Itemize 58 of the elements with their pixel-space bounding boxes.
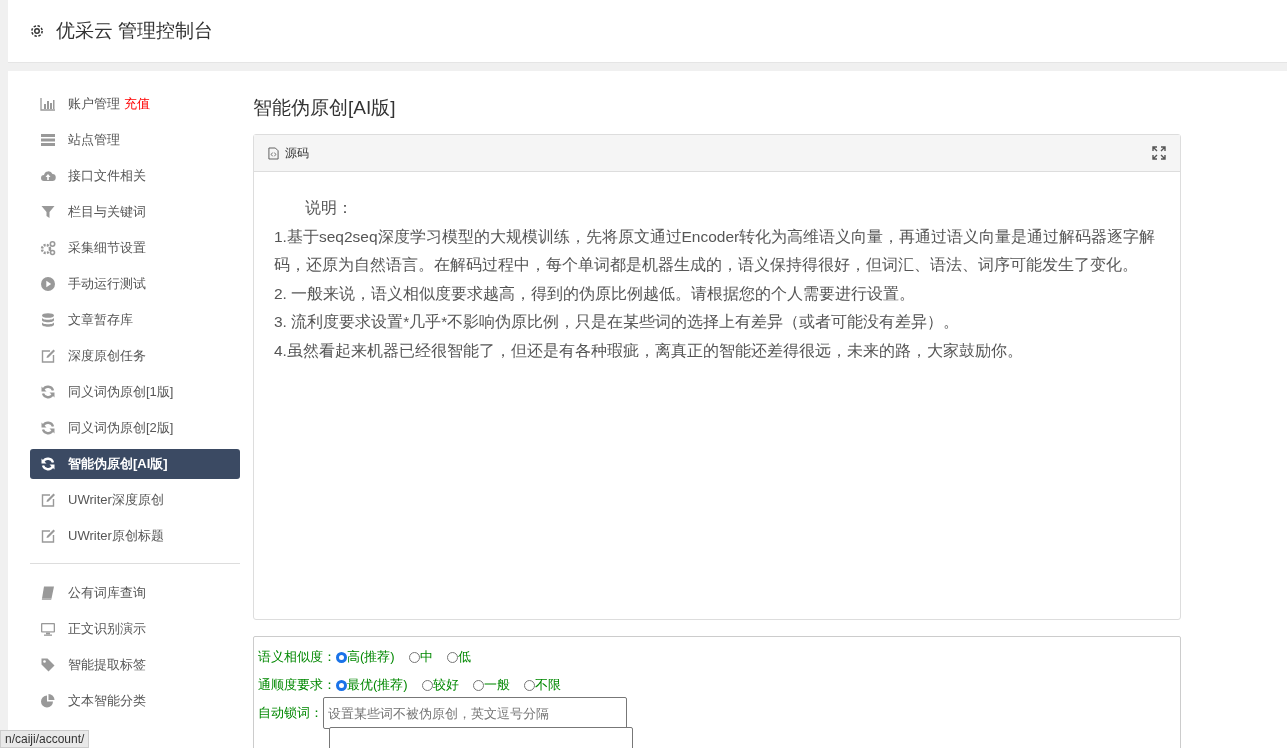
sidebar-item[interactable]: 手动运行测试: [30, 269, 240, 299]
sidebar-item[interactable]: 站点管理: [30, 125, 240, 155]
radio-option[interactable]: 中: [408, 648, 433, 666]
instruction-text: 3. 流利度要求设置*几乎*不影响伪原比例，只是在某些词的选择上有差异（或者可能没有差异）。: [274, 312, 961, 332]
recharge-link[interactable]: 充值: [124, 95, 150, 113]
instruction-text: 4.虽然看起来机器已经很智能了，但还是有各种瑕疵，离真正的智能还差得很远，未来的路，大家鼓励你。: [274, 340, 1024, 361]
server-icon: [40, 132, 56, 148]
instruction-text: 1.基于seq2seq深度学习模型的大规模训练，先将原文通过Encoder转化为高维语义向量，再通过语义向量是通过解码器逐字解码，还原为自然语言。在解码过程中，每个单词都是机器生成的，语义保持得很好，但词汇、语法、词序可能发生了变化。: [274, 226, 1157, 275]
refresh-icon: [40, 420, 56, 436]
sidebar-item[interactable]: 公有词库查询: [30, 578, 240, 608]
sidebar-item[interactable]: 文章暂存库: [30, 305, 240, 335]
refresh-icon: [40, 456, 56, 472]
sidebar-item[interactable]: 同义词伪原创[1版]: [30, 377, 240, 407]
sidebar-item[interactable]: 同义词伪原创[2版]: [30, 413, 240, 443]
cloud-upload-icon: [40, 168, 56, 184]
status-url: n/caiji/account/: [0, 730, 90, 748]
sidebar-item[interactable]: 深度原创任务: [30, 341, 240, 371]
refresh-icon: [40, 384, 56, 400]
code-file-icon: [268, 146, 279, 160]
sidebar-item[interactable]: 智能提取标签: [30, 650, 240, 680]
fullscreen-icon[interactable]: [1152, 146, 1166, 160]
radio-option[interactable]: 不限: [523, 676, 561, 694]
radio-option[interactable]: 较好: [421, 676, 459, 694]
database-icon: [40, 312, 56, 328]
field-label: 通顺度要求：: [258, 676, 336, 694]
edit-icon: [40, 492, 56, 508]
radio-option[interactable]: 高(推荐): [336, 648, 395, 666]
sidebar-item[interactable]: 智能伪原创[AI版]: [30, 449, 240, 479]
radio-option[interactable]: 最优(推荐): [336, 676, 408, 694]
book-icon: [40, 585, 56, 601]
sidebar-item[interactable]: 正文识别演示: [30, 614, 240, 644]
radio-option[interactable]: 低: [446, 648, 471, 666]
input-field[interactable]: 设置某些词不被伪原创，英文逗号分隔: [323, 697, 627, 729]
instructions-heading: 说明：: [304, 198, 354, 218]
field-label: 自动锁词：: [258, 704, 323, 722]
field-label: 语义相似度：: [258, 648, 336, 666]
sidebar-item[interactable]: 栏目与关键词: [30, 197, 240, 227]
gears-icon: [40, 240, 56, 256]
sidebar-item[interactable]: 账户管理 充值: [30, 89, 240, 119]
source-button[interactable]: 源码: [268, 144, 309, 162]
sidebar-item[interactable]: 文本智能分类: [30, 686, 240, 716]
sidebar-item[interactable]: UWriter深度原创: [30, 485, 240, 515]
monitor-icon: [40, 621, 56, 637]
edit-icon: [40, 348, 56, 364]
sidebar-item[interactable]: 采集细节设置: [30, 233, 240, 263]
edit-icon: [40, 528, 56, 544]
console-title: 优采云 管理控制台: [56, 19, 214, 43]
radio-option[interactable]: 一般: [472, 676, 510, 694]
tag-icon: [40, 657, 56, 673]
instruction-text: 2. 一般来说，语义相似度要求越高，得到的伪原比例越低。请根据您的个人需要进行设置。: [274, 283, 917, 304]
pie-chart-icon: [40, 693, 56, 709]
settings-icon: [28, 22, 46, 40]
sidebar-item[interactable]: 接口文件相关: [30, 161, 240, 191]
play-icon: [40, 276, 56, 292]
bar-chart-icon: [40, 96, 56, 112]
filter-icon: [40, 204, 56, 220]
page-title: 智能伪原创[AI版]: [253, 96, 397, 120]
sidebar-item[interactable]: UWriter原创标题: [30, 521, 240, 551]
